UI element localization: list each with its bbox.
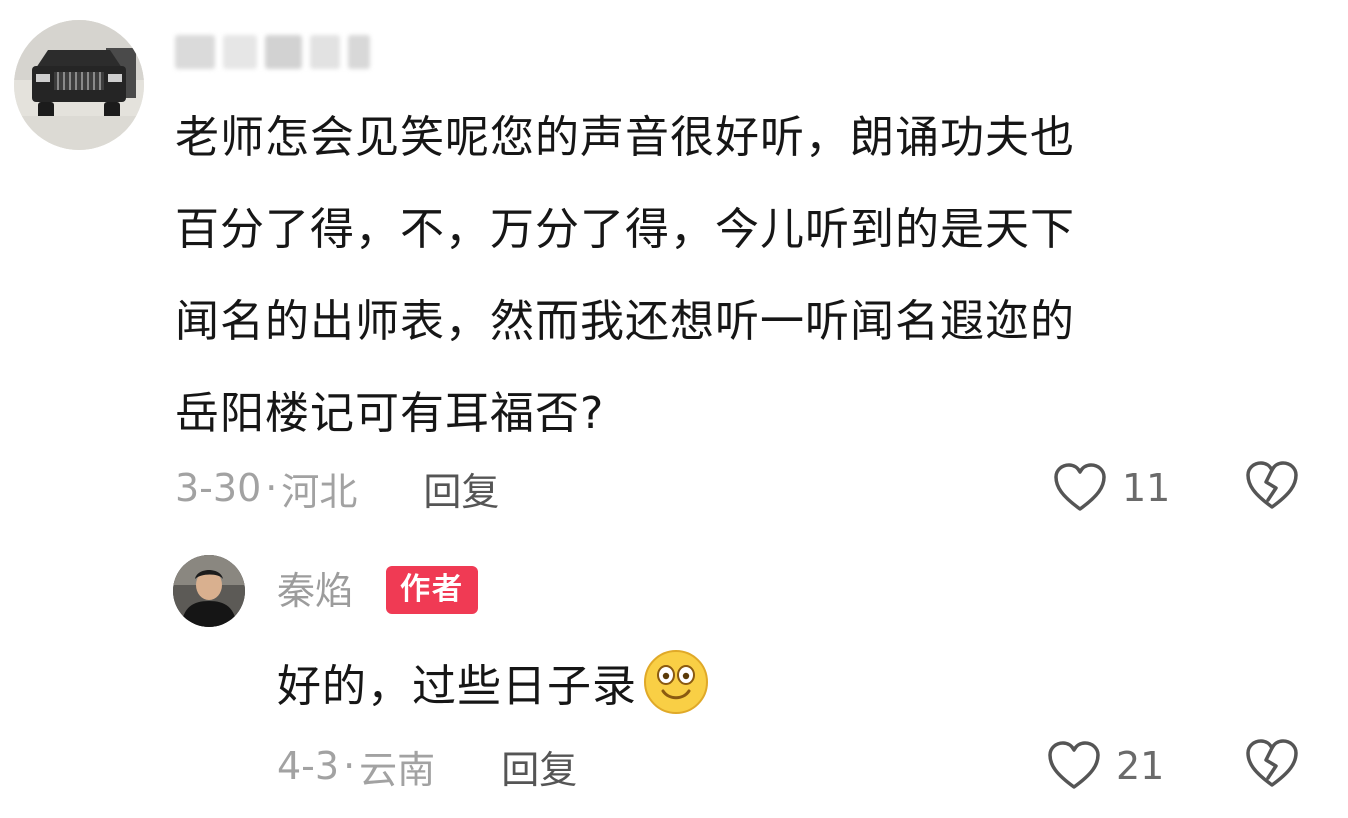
comment-line: 百分了得，不，万分了得，今儿听到的是天下	[175, 204, 1075, 255]
comment-date: 3-30	[175, 466, 262, 510]
like-button[interactable]: 21	[1046, 736, 1164, 796]
reply-location: 云南	[359, 747, 436, 792]
commenter-name-blurred[interactable]	[175, 26, 370, 78]
comment-meta: 3-30 · 河北 回复	[175, 460, 499, 516]
broken-heart-icon	[1246, 461, 1298, 509]
reply-body: 好的，过些日子录	[277, 642, 709, 722]
like-count: 21	[1116, 744, 1165, 788]
like-button[interactable]: 11	[1052, 458, 1170, 518]
heart-outline-icon	[1054, 463, 1106, 511]
smiling-face-emoji	[644, 650, 708, 714]
comment-line: 岳阳楼记可有耳福否?	[175, 388, 605, 439]
reply-date: 4-3	[277, 744, 340, 788]
reply-meta: 4-3 · 云南 回复	[277, 738, 577, 794]
heart-outline-icon	[1048, 741, 1100, 789]
comment-line: 老师怎会见笑呢您的声音很好听，朗诵功夫也	[175, 112, 1075, 163]
broken-heart-icon	[1246, 739, 1298, 787]
comment-body: 老师怎会见笑呢您的声音很好听，朗诵功夫也 百分了得，不，万分了得，今儿听到的是天…	[175, 92, 1275, 460]
meta-separator: ·	[265, 466, 278, 510]
comment-line: 闻名的出师表，然而我还想听一听闻名遐迩的	[175, 296, 1075, 347]
dislike-button[interactable]	[1244, 458, 1300, 514]
meta-separator: ·	[343, 744, 356, 788]
reply-text: 好的，过些日子录	[277, 661, 637, 712]
reply-button[interactable]: 回复	[423, 461, 499, 516]
author-avatar[interactable]	[173, 555, 245, 627]
commenter-avatar[interactable]	[14, 20, 144, 150]
dislike-button[interactable]	[1244, 736, 1300, 792]
reply-button[interactable]: 回复	[501, 739, 577, 794]
author-name[interactable]: 秦焰	[277, 566, 353, 616]
comment-location: 河北	[281, 469, 358, 514]
comment-thread: 老师怎会见笑呢您的声音很好听，朗诵功夫也 百分了得，不，万分了得，今儿听到的是天…	[0, 0, 1348, 818]
like-count: 11	[1122, 466, 1171, 510]
author-badge: 作者	[386, 566, 478, 614]
